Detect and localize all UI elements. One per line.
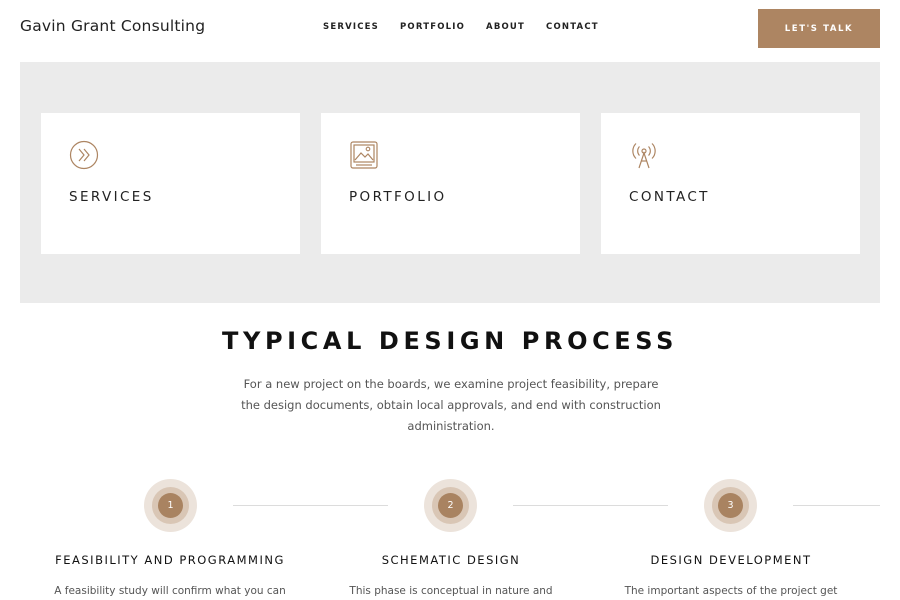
divider-line [793,505,880,506]
portfolio-card[interactable]: PORTFOLIO [321,113,580,254]
image-gallery-icon [350,141,378,169]
step-3-number: 3 [718,493,743,518]
lets-talk-button[interactable]: LET'S TALK [758,9,880,48]
site-header: Gavin Grant Consulting SERVICES PORTFOLI… [0,0,900,58]
services-card[interactable]: SERVICES [41,113,300,254]
card-label-portfolio: PORTFOLIO [349,189,447,205]
divider-line [233,505,388,506]
card-label-services: SERVICES [69,189,154,205]
process-title: TYPICAL DESIGN PROCESS [222,327,678,355]
contact-card[interactable]: CONTACT [601,113,860,254]
step-3-badge: 3 [704,479,757,532]
card-label-contact: CONTACT [629,189,710,205]
step-1-title: FEASIBILITY AND PROGRAMMING [55,553,285,567]
step-2-badge: 2 [424,479,477,532]
brand-name[interactable]: Gavin Grant Consulting [20,17,205,35]
nav-portfolio[interactable]: PORTFOLIO [400,22,465,32]
main-nav: SERVICES PORTFOLIO ABOUT CONTACT [323,22,599,32]
nav-services[interactable]: SERVICES [323,22,379,32]
step-1-number: 1 [158,493,183,518]
nav-about[interactable]: ABOUT [486,22,525,32]
step-2-number: 2 [438,493,463,518]
nav-contact[interactable]: CONTACT [546,22,599,32]
step-2-title: SCHEMATIC DESIGN [381,553,521,567]
step-2-text: This phase is conceptual in nature and [349,585,553,597]
step-1-text: A feasibility study will confirm what yo… [54,585,286,597]
step-3-title: DESIGN DEVELOPMENT [650,553,812,567]
process-intro: For a new project on the boards, we exam… [241,377,661,433]
double-chevron-right-icon [69,140,99,170]
broadcast-tower-icon [632,143,656,169]
step-1-badge: 1 [144,479,197,532]
feature-band: SERVICES PORTFOLIO CONTACT [20,62,880,303]
divider-line [513,505,668,506]
step-3-text: The important aspects of the project get [624,585,838,597]
